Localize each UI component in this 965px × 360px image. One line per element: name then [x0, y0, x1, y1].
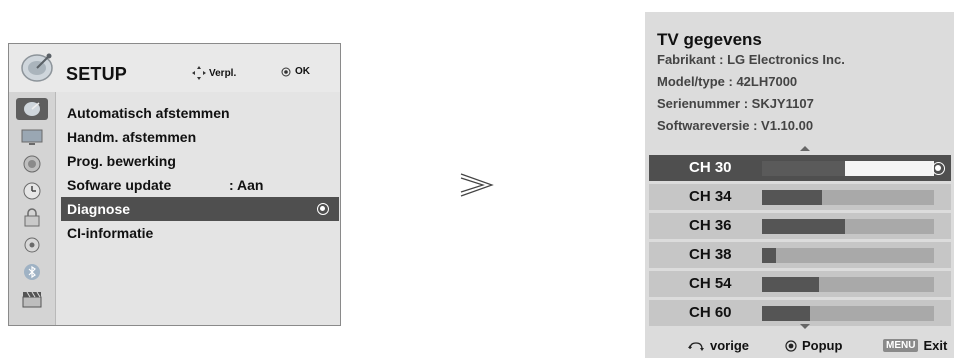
signal-strength-fill: [762, 190, 822, 205]
ok-hint: OK: [281, 66, 310, 77]
ok-hint-label: OK: [295, 66, 310, 77]
tv-info-manufacturer: Fabrikant : LG Electronics Inc.: [657, 52, 845, 67]
input-icon: [24, 237, 40, 253]
channel-label: CH 34: [689, 188, 732, 205]
ok-button-icon: [785, 339, 797, 352]
menu-item-label: Prog. bewerking: [67, 153, 176, 169]
sidebar-item-time[interactable]: [16, 180, 48, 202]
lock-icon: [24, 208, 40, 227]
sidebar-item-bluetooth[interactable]: [16, 261, 48, 283]
tv-info-footer: vorige Popup MENU Exit: [645, 334, 954, 358]
channel-row[interactable]: CH 30: [649, 155, 951, 181]
signal-strength-bar: [762, 306, 934, 321]
sidebar-item-input[interactable]: [16, 234, 48, 256]
menu-item-value: : Aan: [229, 177, 264, 193]
signal-strength-bar: [762, 219, 934, 234]
selected-radio-icon: [932, 162, 945, 175]
signal-strength-bar: [762, 161, 934, 176]
signal-strength-fill: [762, 248, 776, 263]
tv-screen-icon: [21, 129, 43, 145]
channel-row[interactable]: CH 34: [649, 184, 951, 210]
popup-hint[interactable]: Popup: [785, 338, 842, 353]
ok-button-icon: [281, 67, 291, 76]
signal-strength-bar: [762, 248, 934, 263]
menu-item-automatisch-afstemmen[interactable]: Automatisch afstemmen: [61, 101, 339, 125]
page-title: SETUP: [66, 64, 128, 84]
signal-strength-fill: [762, 161, 845, 176]
scroll-down-icon[interactable]: [800, 324, 810, 329]
menu-item-sofware-update[interactable]: Sofware update : Aan: [61, 173, 339, 197]
clapper-icon: [22, 291, 42, 308]
arrow-cross-icon: [192, 66, 206, 80]
satellite-dish-icon: [15, 48, 59, 88]
signal-strength-fill: [762, 277, 819, 292]
menu-item-label: Handm. afstemmen: [67, 129, 197, 145]
scroll-up-icon[interactable]: [800, 146, 810, 151]
setup-sidebar: [9, 92, 56, 325]
menu-item-label: Sofware update: [67, 177, 172, 193]
channel-row[interactable]: CH 38: [649, 242, 951, 268]
menu-item-prog-bewerking[interactable]: Prog. bewerking: [61, 149, 339, 173]
navigation-hint: Verpl.: [192, 66, 236, 80]
menu-item-diagnose[interactable]: Diagnose: [61, 197, 339, 221]
channel-label: CH 36: [689, 217, 732, 234]
selected-radio-icon: [317, 203, 329, 215]
next-step-arrow-icon: [460, 173, 494, 197]
channel-row[interactable]: CH 54: [649, 271, 951, 297]
back-hint[interactable]: vorige: [687, 338, 749, 353]
channel-row[interactable]: CH 36: [649, 213, 951, 239]
signal-strength-fill: [762, 306, 810, 321]
menu-item-ci-informatie[interactable]: CI-informatie: [61, 221, 339, 245]
navigation-hint-label: Verpl.: [209, 67, 237, 79]
menu-item-label: CI-informatie: [67, 225, 154, 241]
channel-label: CH 54: [689, 275, 732, 292]
channel-row[interactable]: CH 60: [649, 300, 951, 326]
channel-label: CH 60: [689, 304, 732, 321]
setup-menu: SETUP Verpl. OK Automatisch afstemmen Ha…: [8, 43, 341, 326]
tv-info-serial: Serienummer : SKJY1107: [657, 96, 814, 111]
menu-item-handm-afstemmen[interactable]: Handm. afstemmen: [61, 125, 339, 149]
exit-hint-label: Exit: [923, 338, 948, 353]
tv-info-model: Model/type : 42LH7000: [657, 74, 798, 89]
signal-strength-bar: [762, 277, 934, 292]
tv-info-software: Softwareversie : V1.10.00: [657, 118, 814, 133]
menu-item-label: Automatisch afstemmen: [67, 105, 230, 121]
signal-strength-fill: [762, 219, 845, 234]
back-hint-label: vorige: [710, 338, 750, 353]
menu-item-label: Diagnose: [67, 201, 131, 217]
tv-info-title: TV gegevens: [657, 30, 762, 49]
sidebar-item-lock[interactable]: [16, 207, 48, 229]
menu-key-badge: MENU: [883, 339, 919, 352]
tv-info-panel: TV gegevens Fabrikant : LG Electronics I…: [645, 12, 954, 358]
sidebar-item-audio[interactable]: [16, 153, 48, 175]
return-arrow-icon: [688, 341, 704, 351]
channel-label: CH 38: [689, 246, 732, 263]
exit-hint[interactable]: MENU Exit: [883, 338, 947, 353]
channel-label: CH 30: [689, 159, 732, 176]
bluetooth-icon: [24, 264, 40, 280]
setup-header: SETUP Verpl. OK: [9, 44, 340, 92]
speaker-icon: [23, 155, 41, 173]
sidebar-item-picture[interactable]: [16, 126, 48, 148]
satellite-dish-icon: [24, 102, 40, 116]
clock-icon: [23, 182, 41, 200]
sidebar-item-media[interactable]: [16, 288, 48, 310]
signal-strength-bar: [762, 190, 934, 205]
sidebar-item-setup[interactable]: [16, 98, 48, 120]
popup-hint-label: Popup: [802, 338, 843, 353]
